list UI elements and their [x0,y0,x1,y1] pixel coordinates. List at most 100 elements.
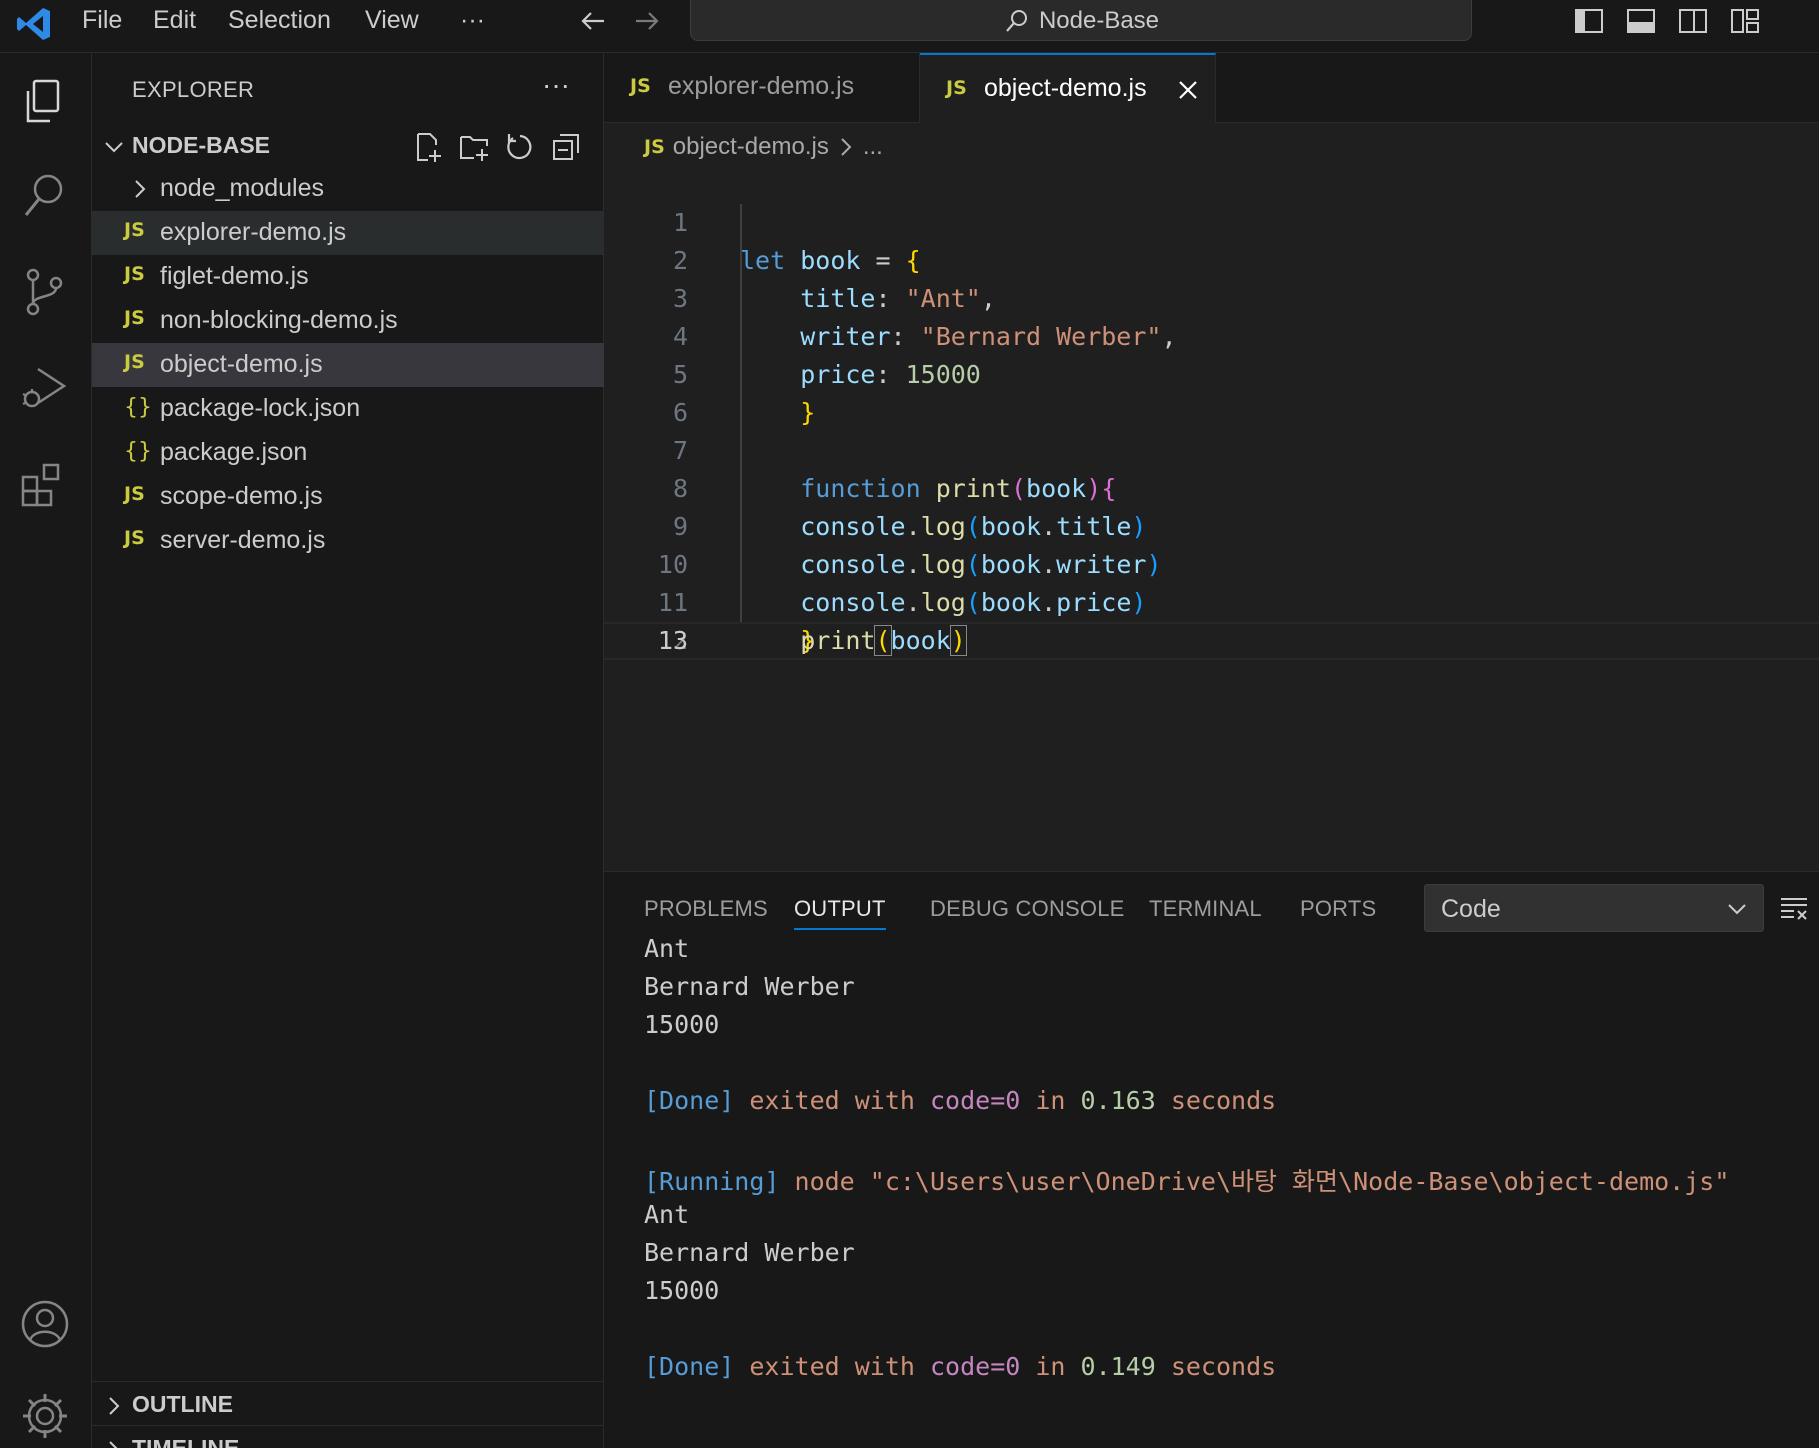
timeline-section-header[interactable]: TIMELINE [92,1425,604,1448]
new-folder-icon[interactable] [458,131,490,163]
tree-item-package-json[interactable]: {} package.json [92,431,604,475]
breadcrumb-file[interactable]: object-demo.js [673,133,829,161]
toggle-panel-icon[interactable] [1624,4,1658,38]
bottom-panel: PROBLEMS OUTPUT DEBUG CONSOLE TERMINAL P… [604,871,1819,1448]
title-bar: File Edit Selection View ··· Node-Base [0,0,1819,53]
back-arrow-icon[interactable] [578,6,608,36]
editor-area: JS explorer-demo.js JS object-demo.js JS… [604,53,1819,871]
tree-item-figlet-demo[interactable]: JS figlet-demo.js [92,255,604,299]
tab-problems[interactable]: PROBLEMS [644,896,768,922]
menu-file[interactable]: File [82,0,122,40]
outline-section-header[interactable]: OUTLINE [92,1381,604,1425]
js-file-icon: JS [630,75,651,97]
output-line-done: [Done] exited with code=0 in 0.149 secon… [644,1352,1277,1381]
editor-tabs: JS explorer-demo.js JS object-demo.js [604,53,1819,123]
output-channel-select[interactable]: Code [1424,884,1764,932]
output-line: Ant [644,934,690,963]
tab-debug-console[interactable]: DEBUG CONSOLE [930,896,1125,922]
chevron-right-icon [135,180,146,198]
js-file-icon: JS [124,351,145,373]
tab-object-demo[interactable]: JS object-demo.js [920,53,1216,123]
code-line: 9 console.log(book.writer) [604,470,1819,579]
code-line: 7 function print(book){ [604,394,1819,503]
js-file-icon: JS [124,219,145,241]
chevron-down-icon [1728,904,1746,915]
output-line-running: [Running] node "c:\Users\user\OneDrive\바… [644,1167,1730,1196]
output-line: Bernard Werber [644,972,855,1001]
explorer-icon[interactable] [18,75,72,129]
js-file-icon: JS [124,307,145,329]
tab-output[interactable]: OUTPUT [794,896,886,930]
code-line: 11 } [604,546,1819,655]
customize-layout-icon[interactable] [1728,4,1762,38]
tree-item-label: package.json [160,438,308,466]
tree-item-scope-demo[interactable]: JS scope-demo.js [92,475,604,519]
menu-more[interactable]: ··· [460,0,485,40]
forward-arrow-icon[interactable] [632,6,662,36]
code-line: 6 [604,356,1819,427]
tree-item-label: non-blocking-demo.js [160,306,398,334]
line-number: 13 [657,626,688,655]
sidebar-more-actions[interactable]: ··· [542,69,570,101]
code-line: 1 let book = { [604,166,1819,275]
tree-item-server-demo[interactable]: JS server-demo.js [92,519,604,563]
js-file-icon: JS [644,136,665,158]
tab-label: explorer-demo.js [668,72,855,100]
vscode-logo-icon [17,8,50,40]
accounts-icon[interactable] [18,1297,72,1351]
code-line: 5 } [604,318,1819,427]
code-line: 4 price: 15000 [604,280,1819,389]
output-line: Bernard Werber [644,1238,855,1267]
project-section-header[interactable]: NODE-BASE [92,123,604,167]
outline-label: OUTLINE [132,1391,233,1417]
clear-output-icon[interactable] [1778,892,1810,924]
output-line: Ant [644,1200,690,1229]
menu-edit[interactable]: Edit [153,0,196,40]
tab-terminal[interactable]: TERMINAL [1149,896,1262,922]
run-and-debug-icon[interactable] [18,361,72,415]
code-line: 10 console.log(book.price) [604,508,1819,617]
explorer-sidebar: EXPLORER ··· NODE-BASE node_modules JS e… [92,53,604,1448]
tree-item-object-demo[interactable]: JS object-demo.js [92,343,604,387]
new-file-icon[interactable] [412,131,444,163]
tab-ports[interactable]: PORTS [1300,896,1376,922]
refresh-icon[interactable] [504,131,536,163]
output-line: 15000 [644,1276,720,1305]
tree-item-label: scope-demo.js [160,482,323,510]
json-file-icon: {} [124,439,152,464]
menu-selection[interactable]: Selection [228,0,331,40]
output-line-done: [Done] exited with code=0 in 0.163 secon… [644,1086,1277,1115]
source-control-icon[interactable] [18,265,72,319]
menu-view[interactable]: View [365,0,419,40]
js-file-icon: JS [124,527,145,549]
chevron-right-icon [109,1397,120,1415]
search-icon[interactable] [18,169,72,223]
tree-item-package-lock[interactable]: {} package-lock.json [92,387,604,431]
tree-item-label: node_modules [160,174,325,202]
output-channel-value: Code [1441,895,1501,923]
project-name: NODE-BASE [132,132,271,158]
command-center[interactable]: Node-Base [690,0,1472,41]
json-file-icon: {} [124,395,152,420]
tree-item-non-blocking-demo[interactable]: JS non-blocking-demo.js [92,299,604,343]
breadcrumb-symbol[interactable]: ... [863,133,883,161]
toggle-secondary-sidebar-icon[interactable] [1676,4,1710,38]
js-file-icon: JS [946,77,967,99]
chevron-right-icon [841,138,852,156]
search-icon [1006,9,1027,32]
tab-explorer-demo[interactable]: JS explorer-demo.js [604,53,920,123]
code-line: 3 writer: "Bernard Werber", [604,242,1819,351]
tree-item-explorer-demo[interactable]: JS explorer-demo.js [92,211,604,255]
js-file-icon: JS [124,483,145,505]
tree-item-node-modules[interactable]: node_modules [92,167,604,211]
settings-gear-icon[interactable] [18,1389,72,1443]
collapse-all-icon[interactable] [550,131,582,163]
code-line: 8 console.log(book.title) [604,432,1819,541]
sidebar-title: EXPLORER [132,77,255,102]
output-line: 15000 [644,1010,720,1039]
toggle-primary-sidebar-icon[interactable] [1572,4,1606,38]
tree-item-label: server-demo.js [160,526,326,554]
close-icon[interactable] [1175,77,1201,103]
extensions-icon[interactable] [18,457,72,511]
js-file-icon: JS [124,263,145,285]
